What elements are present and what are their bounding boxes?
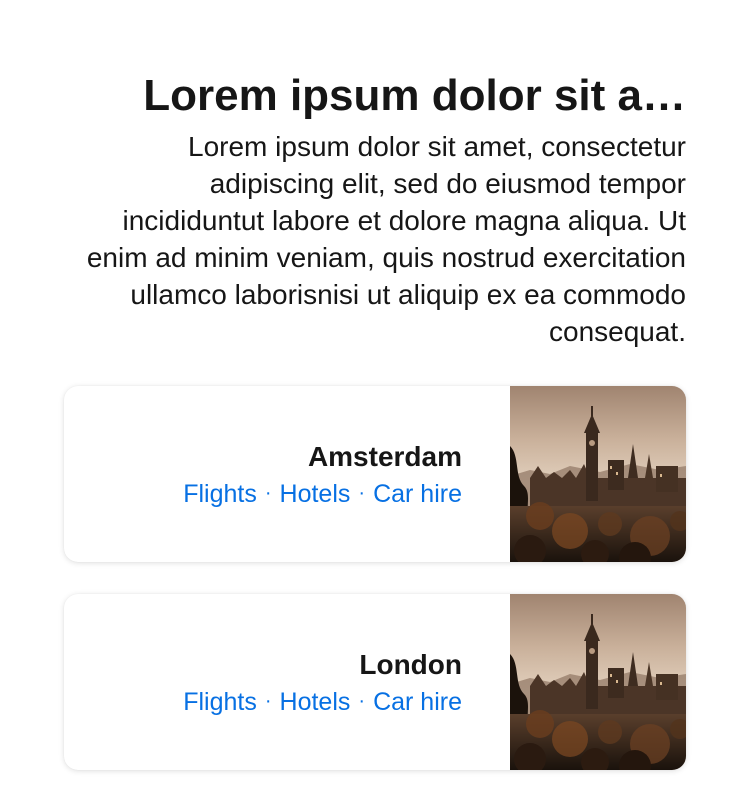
city-skyline-photo[interactable] — [510, 594, 686, 770]
card-title: Amsterdam — [307, 441, 462, 472]
content: Lorem ipsum dolor sit a… Lorem ipsum dol… — [64, 0, 686, 770]
flights-link[interactable]: Flights — [183, 688, 257, 716]
hotels-link[interactable]: Hotels — [280, 688, 351, 716]
city-skyline-photo[interactable] — [510, 386, 686, 562]
separator-dot: · — [264, 482, 272, 504]
card-body: Amsterdam Flights · Hotels · Car hire — [64, 386, 510, 562]
city-skyline-image — [510, 386, 686, 562]
page-title: Lorem ipsum dolor sit a… — [143, 71, 686, 120]
destination-card-amsterdam[interactable]: Amsterdam Flights · Hotels · Car hire — [64, 386, 686, 562]
card-links: Flights · Hotels · Car hire — [183, 478, 462, 512]
page-description: Lorem ipsum dolor sit amet, consectetur … — [86, 131, 686, 347]
flights-link[interactable]: Flights — [183, 480, 257, 508]
card-links: Flights · Hotels · Car hire — [183, 686, 462, 720]
card-body: London Flights · Hotels · Car hire — [64, 594, 510, 770]
separator-dot: · — [264, 690, 272, 712]
card-title: London — [359, 649, 462, 680]
separator-dot: · — [358, 690, 366, 712]
car-hire-link[interactable]: Car hire — [373, 480, 462, 508]
hotels-link[interactable]: Hotels — [280, 480, 351, 508]
city-skyline-image — [510, 594, 686, 770]
destination-card-london[interactable]: London Flights · Hotels · Car hire — [64, 594, 686, 770]
separator-dot: · — [358, 482, 366, 504]
car-hire-link[interactable]: Car hire — [373, 688, 462, 716]
